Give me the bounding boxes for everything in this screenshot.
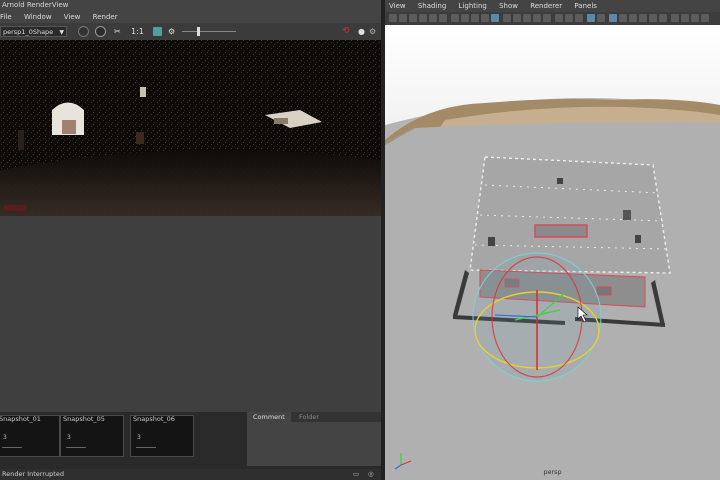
snapshot-thumb[interactable]: Snapshot_05 3 [60, 415, 124, 457]
hud-icon[interactable] [691, 14, 699, 22]
field-chart-icon[interactable] [491, 14, 499, 22]
xray-icon[interactable] [597, 14, 605, 22]
isolate-select-icon[interactable] [587, 14, 595, 22]
depth-of-field-icon[interactable] [639, 14, 647, 22]
snapshot-label: Snapshot_06 [133, 415, 175, 423]
selected-wall[interactable] [534, 224, 588, 238]
status-bar: Render Interrupted ▭ ◎ [0, 469, 381, 480]
comment-tabs: Comment Folder [247, 412, 381, 422]
motion-blur-icon[interactable] [629, 14, 637, 22]
menu-show[interactable]: Show [499, 0, 518, 12]
camera-icon[interactable] [389, 14, 397, 22]
2d-pan-icon[interactable] [429, 14, 437, 22]
gamma-icon[interactable] [659, 14, 667, 22]
chevron-down-icon: ▼ [59, 29, 64, 36]
snapshot-label: Snapshot_05 [63, 415, 105, 423]
xray-joints-icon[interactable] [609, 14, 617, 22]
menu-view[interactable]: View [389, 0, 406, 12]
camera-select[interactable]: persp1_0Shape ▼ [0, 26, 67, 37]
camera-attr-icon[interactable] [399, 14, 407, 22]
viewport-menubar: View Shading Lighting Show Renderer Pane… [385, 0, 720, 12]
shadows-icon[interactable] [565, 14, 573, 22]
globe-icon[interactable]: ◎ [366, 469, 374, 480]
snapshot-bar [2, 447, 22, 448]
film-gate-icon[interactable] [461, 14, 469, 22]
exposure-icon[interactable] [649, 14, 657, 22]
safe-title-icon[interactable] [513, 14, 521, 22]
render-image-svg [0, 40, 381, 216]
menu-lighting[interactable]: Lighting [459, 0, 487, 12]
stop-render-icon[interactable]: ⟲ [342, 26, 350, 37]
menu-file[interactable]: File [0, 11, 12, 23]
grease-pencil-icon[interactable] [439, 14, 447, 22]
render-view-titlebar: Arnold RenderView [0, 0, 381, 11]
snapshot-number: 3 [137, 434, 141, 441]
ambient-occlusion-icon[interactable] [575, 14, 583, 22]
safe-action-icon[interactable] [503, 14, 511, 22]
color-management-icon[interactable] [671, 14, 679, 22]
render-view-menubar: File Window View Render [0, 11, 381, 23]
extra-icon[interactable] [701, 14, 709, 22]
snapshot-bar [136, 447, 156, 448]
snapshot-bar [66, 447, 86, 448]
snapshot-number: 3 [67, 434, 71, 441]
smooth-shade-icon[interactable] [533, 14, 541, 22]
snapshot-thumb[interactable]: Snapshot_06 3 [130, 415, 194, 457]
menu-shading[interactable]: Shading [418, 0, 446, 12]
menu-window[interactable]: Window [24, 11, 52, 23]
comment-field[interactable] [247, 422, 381, 466]
region-icon[interactable] [153, 27, 162, 36]
exposure-icon[interactable] [95, 26, 106, 37]
snapshot-number: 3 [3, 434, 7, 441]
tab-comment[interactable]: Comment [247, 412, 291, 422]
wireframe-icon[interactable] [523, 14, 531, 22]
lights-icon[interactable] [555, 14, 563, 22]
tab-folder[interactable]: Folder [293, 412, 325, 422]
ratio-label[interactable]: 1:1 [131, 26, 144, 37]
perspective-viewport[interactable]: persp [385, 25, 720, 480]
menu-render[interactable]: Render [93, 11, 118, 23]
snapshot-label: Snapshot_01 [0, 415, 41, 423]
image-plane-icon[interactable] [419, 14, 427, 22]
gate-mask-icon[interactable] [481, 14, 489, 22]
color-space-icon[interactable] [681, 14, 689, 22]
status-text: Render Interrupted [2, 470, 64, 478]
menu-panels[interactable]: Panels [574, 0, 597, 12]
bookmark-icon[interactable] [409, 14, 417, 22]
snapshot-thumb[interactable]: Snapshot_01 3 [0, 415, 60, 457]
viewport-scene [385, 25, 720, 480]
settings-icon[interactable]: ⚙ [369, 26, 376, 37]
camera-select-value: persp1_0Shape [3, 28, 54, 36]
multisample-icon[interactable] [619, 14, 627, 22]
textured-icon[interactable] [543, 14, 551, 22]
render-image[interactable] [0, 40, 381, 216]
crop-icon[interactable]: ✂ [114, 26, 121, 37]
chat-icon[interactable]: ▭ [351, 469, 359, 480]
building-model[interactable] [469, 156, 671, 274]
channel-icon[interactable] [78, 26, 89, 37]
camera-icon[interactable]: ⚙ [168, 26, 175, 37]
menu-view[interactable]: View [64, 11, 81, 23]
resolution-gate-icon[interactable] [471, 14, 479, 22]
camera-name-label: persp [543, 468, 562, 476]
menu-renderer[interactable]: Renderer [530, 0, 562, 12]
exposure-slider[interactable] [182, 31, 236, 32]
slider-handle[interactable] [197, 27, 200, 36]
refresh-icon[interactable]: ● [358, 26, 365, 37]
render-empty-area [0, 216, 381, 412]
grid-icon[interactable] [451, 14, 459, 22]
window-title: Arnold RenderView [2, 1, 69, 9]
